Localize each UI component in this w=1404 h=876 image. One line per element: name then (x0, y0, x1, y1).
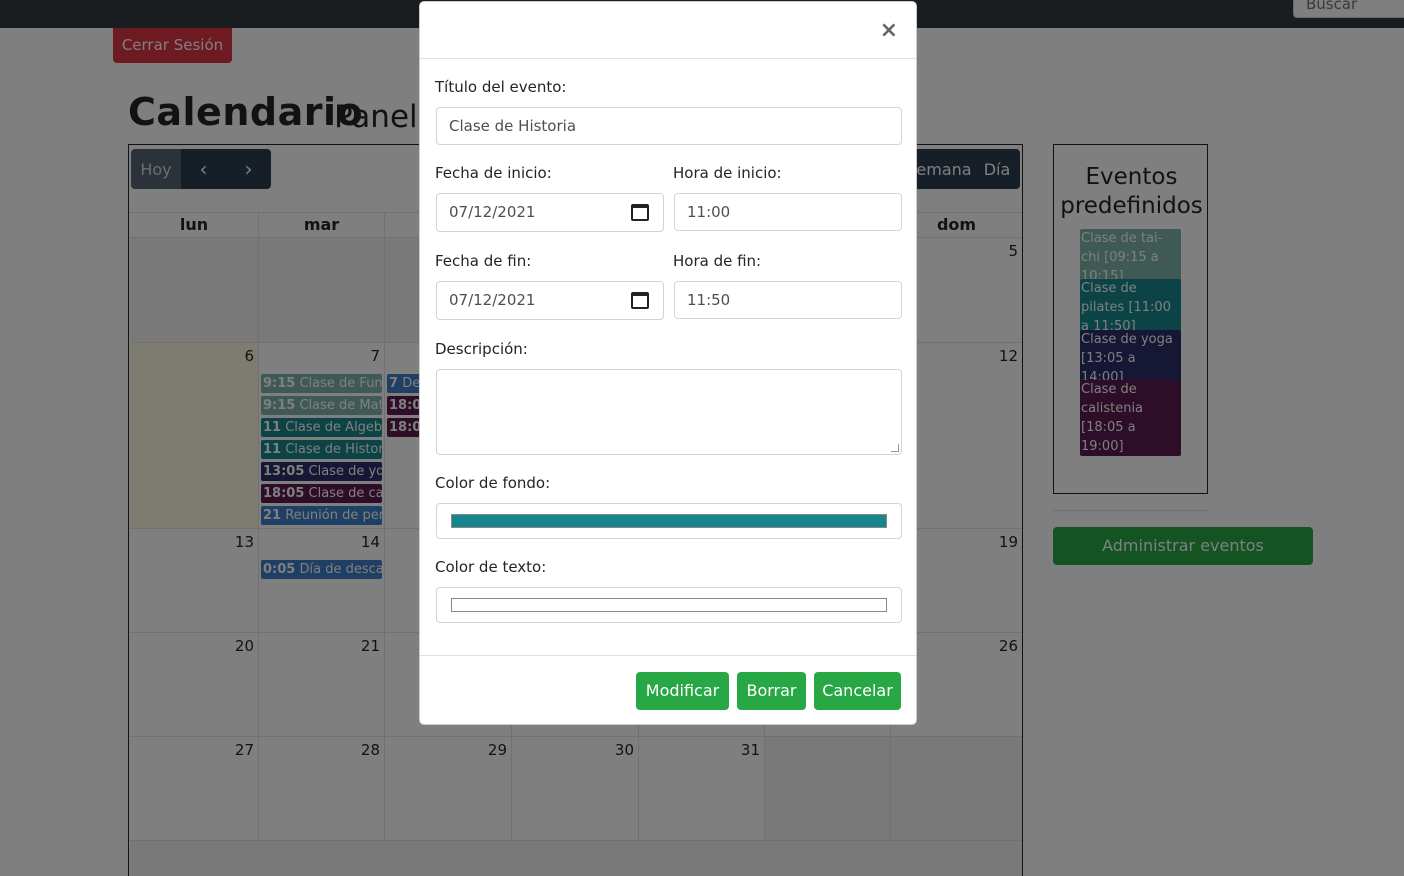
end-date-value: 07/12/2021 (449, 291, 536, 309)
modal-footer (420, 655, 916, 656)
modify-button[interactable]: Modificar (636, 672, 729, 710)
text-color-label: Color de texto: (435, 558, 547, 576)
close-icon[interactable]: × (880, 20, 898, 42)
edit-event-modal: × Título del evento: Clase de Historia F… (419, 1, 917, 725)
resize-handle-icon[interactable] (891, 444, 899, 452)
end-date-label: Fecha de fin: (435, 252, 532, 270)
modal-header: × (420, 2, 916, 59)
bg-color-label: Color de fondo: (435, 474, 551, 492)
start-time-label: Hora de inicio: (673, 164, 782, 182)
text-color-swatch (451, 598, 887, 612)
delete-button[interactable]: Borrar (737, 672, 806, 710)
end-date-input[interactable]: 07/12/2021 (436, 281, 664, 320)
start-date-input[interactable]: 07/12/2021 (436, 193, 664, 232)
event-title-label: Título del evento: (435, 78, 567, 96)
calendar-icon[interactable] (631, 204, 649, 221)
description-label: Descripción: (435, 340, 528, 358)
text-color-picker[interactable] (436, 587, 902, 623)
calendar-icon[interactable] (631, 292, 649, 309)
start-date-value: 07/12/2021 (449, 203, 536, 221)
end-time-label: Hora de fin: (673, 252, 762, 270)
end-time-input[interactable]: 11:50 (674, 281, 902, 319)
bg-color-picker[interactable] (436, 503, 902, 539)
bg-color-swatch (451, 514, 887, 528)
event-title-input[interactable]: Clase de Historia (436, 107, 902, 145)
description-textarea[interactable] (436, 369, 902, 455)
start-time-input[interactable]: 11:00 (674, 193, 902, 231)
start-date-label: Fecha de inicio: (435, 164, 552, 182)
cancel-button[interactable]: Cancelar (814, 672, 901, 710)
